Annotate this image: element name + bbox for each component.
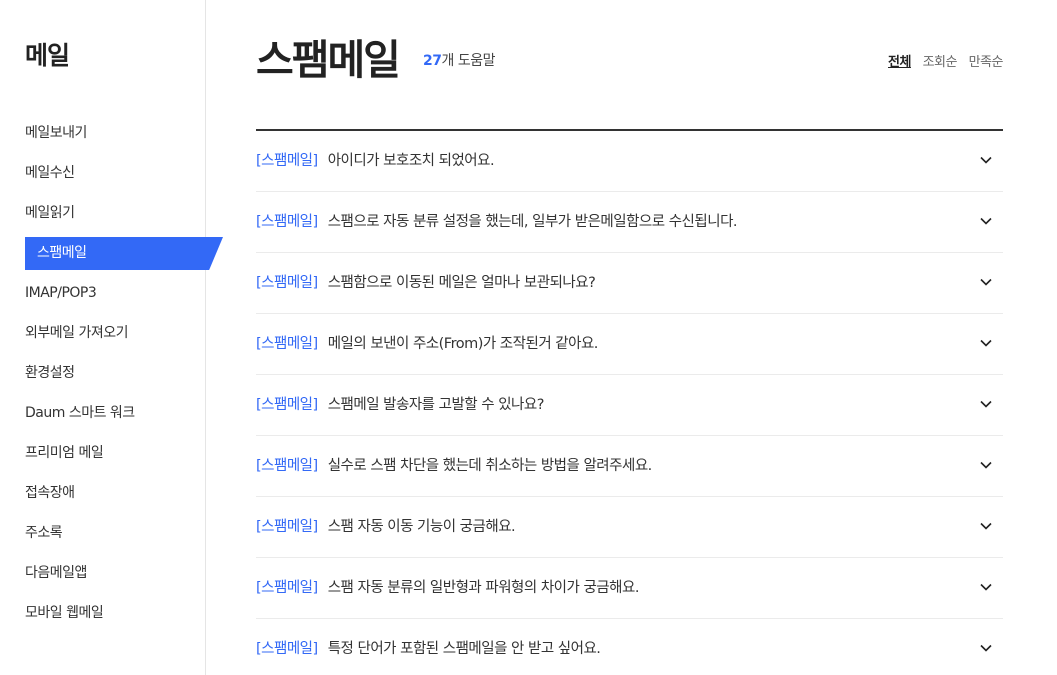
sidebar-item-address-book[interactable]: 주소록: [0, 513, 230, 553]
faq-item[interactable]: [스팸메일] 메일의 보낸이 주소(From)가 조작된거 같아요.: [256, 314, 1003, 375]
chevron-down-icon[interactable]: [979, 214, 993, 228]
faq-category: [스팸메일]: [256, 397, 318, 413]
faq-category: [스팸메일]: [256, 214, 318, 230]
chevron-down-icon[interactable]: [979, 458, 993, 472]
page-title: 스팸메일: [256, 36, 401, 84]
sidebar-item-imap-pop3[interactable]: IMAP/POP3: [0, 273, 230, 313]
faq-category: [스팸메일]: [256, 641, 318, 657]
faq-category: [스팸메일]: [256, 519, 318, 535]
chevron-down-icon[interactable]: [979, 336, 993, 350]
sort-by-satisfaction[interactable]: 만족순: [969, 55, 1004, 70]
help-count: 27개 도움말: [423, 50, 495, 70]
sidebar-item-mobile-webmail[interactable]: 모바일 웹메일: [0, 593, 230, 633]
faq-list: [스팸메일] 아이디가 보호조치 되었어요. [스팸메일] 스팸으로 자동 분류 설…: [256, 129, 1003, 675]
sort-by-views[interactable]: 조회순: [923, 55, 958, 70]
sidebar-item-premium-mail[interactable]: 프리미엄 메일: [0, 433, 230, 473]
faq-item[interactable]: [스팸메일] 스팸 자동 이동 기능이 궁금해요.: [256, 497, 1003, 558]
faq-item[interactable]: [스팸메일] 스팸으로 자동 분류 설정을 했는데, 일부가 받은메일함으로 수신…: [256, 192, 1003, 253]
chevron-down-icon[interactable]: [979, 519, 993, 533]
faq-category: [스팸메일]: [256, 458, 318, 474]
sidebar-item-send-mail[interactable]: 메일보내기: [0, 113, 230, 153]
sidebar-item-read-mail[interactable]: 메일읽기: [0, 193, 230, 233]
faq-category: [스팸메일]: [256, 580, 318, 596]
sidebar: 메일 메일보내기 메일수신 메일읽기 스팸메일 IMAP/POP3 외부메일 가…: [0, 0, 223, 675]
faq-item[interactable]: [스팸메일] 스팸함으로 이동된 메일은 얼마나 보관되나요?: [256, 253, 1003, 314]
sidebar-item-label: 스팸메일: [37, 245, 87, 261]
faq-category: [스팸메일]: [256, 275, 318, 291]
faq-question: 스팸메일 발송자를 고발할 수 있나요?: [327, 397, 545, 413]
faq-question: 특정 단어가 포함된 스팸메일을 안 받고 싶어요.: [327, 641, 601, 657]
faq-item[interactable]: [스팸메일] 아이디가 보호조치 되었어요.: [256, 131, 1003, 192]
faq-category: [스팸메일]: [256, 336, 318, 352]
faq-item[interactable]: [스팸메일] 스팸메일 발송자를 고발할 수 있나요?: [256, 375, 1003, 436]
faq-question: 스팸으로 자동 분류 설정을 했는데, 일부가 받은메일함으로 수신됩니다.: [327, 214, 738, 230]
chevron-down-icon[interactable]: [979, 580, 993, 594]
sidebar-item-connection-issue[interactable]: 접속장애: [0, 473, 230, 513]
faq-question: 아이디가 보호조치 되었어요.: [327, 153, 495, 169]
chevron-down-icon[interactable]: [979, 153, 993, 167]
sidebar-title: 메일: [25, 41, 70, 70]
sort-all[interactable]: 전체: [888, 55, 911, 70]
sidebar-item-external-mail[interactable]: 외부메일 가져오기: [0, 313, 230, 353]
faq-question: 실수로 스팸 차단을 했는데 취소하는 방법을 알려주세요.: [327, 458, 653, 474]
faq-question: 스팸함으로 이동된 메일은 얼마나 보관되나요?: [327, 275, 596, 291]
sort-options: 전체 조회순 만족순: [880, 51, 1003, 70]
sidebar-item-mail-app[interactable]: 다음메일앱: [0, 553, 230, 593]
faq-item[interactable]: [스팸메일] 실수로 스팸 차단을 했는데 취소하는 방법을 알려주세요.: [256, 436, 1003, 497]
help-page: 메일 메일보내기 메일수신 메일읽기 스팸메일 IMAP/POP3 외부메일 가…: [0, 0, 1057, 675]
faq-category: [스팸메일]: [256, 153, 318, 169]
chevron-down-icon[interactable]: [979, 275, 993, 289]
sidebar-item-spam-mail[interactable]: 스팸메일: [0, 233, 230, 273]
sidebar-item-smart-work[interactable]: Daum 스마트 워크: [0, 393, 230, 433]
faq-item[interactable]: [스팸메일] 특정 단어가 포함된 스팸메일을 안 받고 싶어요.: [256, 619, 1003, 675]
faq-question: 메일의 보낸이 주소(From)가 조작된거 같아요.: [327, 336, 599, 352]
sidebar-nav: 메일보내기 메일수신 메일읽기 스팸메일 IMAP/POP3 외부메일 가져오기…: [0, 113, 230, 633]
sidebar-item-settings[interactable]: 환경설정: [0, 353, 230, 393]
faq-item[interactable]: [스팸메일] 스팸 자동 분류의 일반형과 파워형의 차이가 궁금해요.: [256, 558, 1003, 619]
help-count-suffix: 개 도움말: [441, 53, 495, 69]
sidebar-item-receive-mail[interactable]: 메일수신: [0, 153, 230, 193]
help-count-number: 27: [423, 53, 442, 69]
chevron-down-icon[interactable]: [979, 397, 993, 411]
faq-question: 스팸 자동 분류의 일반형과 파워형의 차이가 궁금해요.: [327, 580, 640, 596]
chevron-down-icon[interactable]: [979, 641, 993, 655]
faq-question: 스팸 자동 이동 기능이 궁금해요.: [327, 519, 516, 535]
